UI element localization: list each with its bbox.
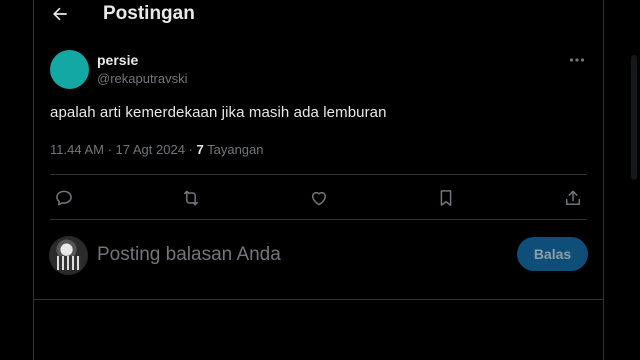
post-text: apalah arti kemerdekaan jika masih ada l… bbox=[50, 104, 387, 121]
page-header: Postingan bbox=[34, 0, 603, 30]
views-count: 7 bbox=[196, 142, 204, 157]
repost-button[interactable] bbox=[177, 184, 205, 212]
share-icon bbox=[566, 190, 580, 205]
more-options-button[interactable] bbox=[567, 52, 587, 68]
reply-button[interactable] bbox=[50, 184, 78, 212]
views-label: Tayangan bbox=[203, 142, 264, 157]
bookmark-icon bbox=[440, 190, 452, 206]
right-gutter bbox=[604, 0, 640, 360]
bookmark-button[interactable] bbox=[432, 184, 460, 212]
meta-separator: · bbox=[184, 142, 197, 157]
heart-icon bbox=[311, 191, 326, 206]
author-avatar[interactable] bbox=[50, 50, 89, 89]
reply-input[interactable] bbox=[97, 240, 497, 270]
share-button[interactable] bbox=[559, 184, 587, 212]
meta-separator: · bbox=[103, 142, 116, 157]
divider bbox=[50, 174, 587, 175]
more-horizontal-icon bbox=[569, 58, 585, 62]
scrollbar-thumb[interactable] bbox=[631, 55, 637, 180]
divider bbox=[34, 299, 603, 300]
page-title: Postingan bbox=[103, 3, 195, 24]
author-handle[interactable]: @rekaputravski bbox=[97, 71, 188, 86]
reply-submit-button[interactable]: Balas bbox=[517, 237, 588, 271]
post-meta: 11.44 AM · 17 Agt 2024 · 7 Tayangan bbox=[50, 142, 264, 157]
avatar-pattern bbox=[57, 256, 81, 270]
post-detail-column: Postingan persie @rekaputravski apalah a… bbox=[33, 0, 604, 360]
post-date[interactable]: 17 Agt 2024 bbox=[116, 142, 185, 157]
divider bbox=[50, 219, 587, 220]
current-user-avatar bbox=[49, 236, 88, 275]
post-time[interactable]: 11.44 AM bbox=[50, 142, 104, 157]
arrow-left-icon bbox=[53, 7, 67, 21]
repost-icon bbox=[184, 190, 199, 206]
speech-bubble-icon bbox=[56, 190, 72, 206]
action-bar bbox=[50, 184, 587, 212]
back-button[interactable] bbox=[48, 2, 72, 26]
author-display-name[interactable]: persie bbox=[97, 52, 138, 68]
like-button[interactable] bbox=[305, 184, 333, 212]
